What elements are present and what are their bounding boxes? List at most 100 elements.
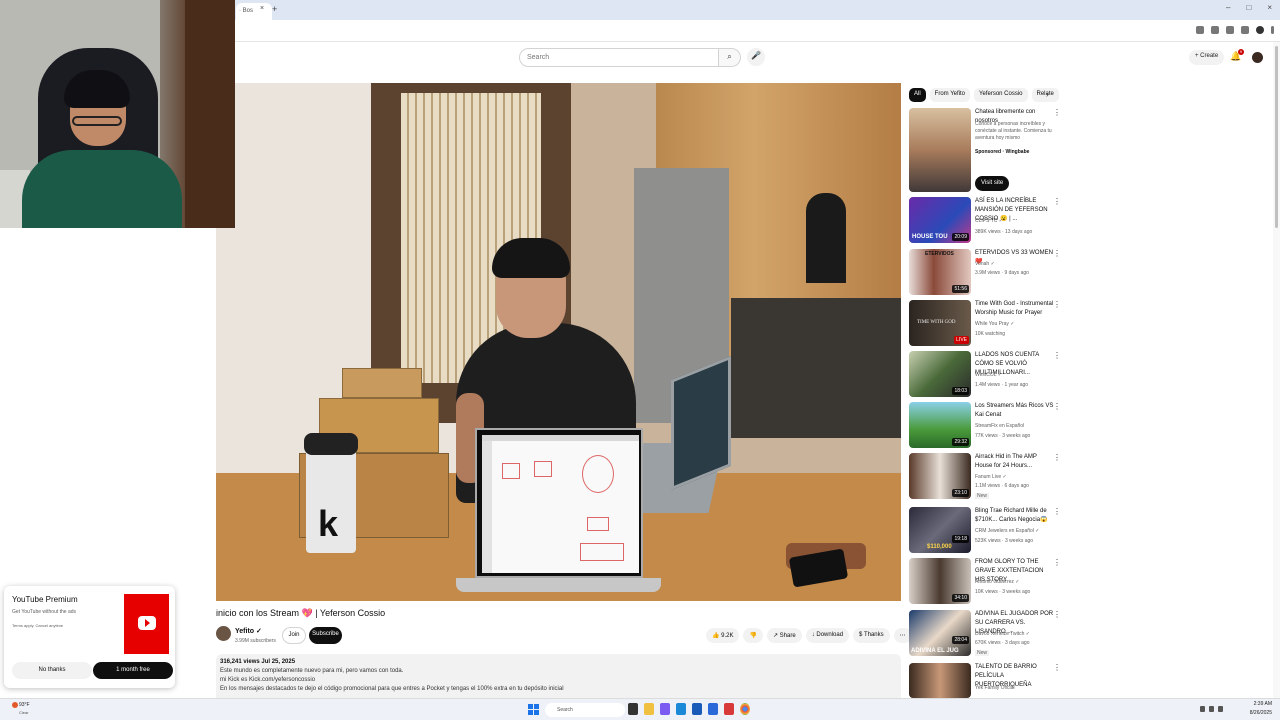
channel-name[interactable]: While You Pray ✓ (975, 321, 1015, 327)
chevron-right-icon[interactable]: › (1046, 90, 1049, 99)
recommended-video[interactable]: ETERVIDOS 51:56 ETERVIDOS VS 33 WOMEN ❤️… (909, 249, 1069, 297)
minimize-button[interactable]: – (1226, 3, 1230, 12)
thanks-button[interactable]: $ Thanks (853, 628, 890, 643)
sponsored-ad[interactable]: Chatea libremente con nosotros Conoce a … (909, 108, 1069, 194)
channel-name[interactable]: CRM Jewelers en Español ✓ (975, 528, 1040, 534)
channel-name[interactable]: Vonah ✓ (975, 261, 995, 267)
tab-title: · Bos (239, 8, 254, 14)
video-thumbnail[interactable]: 23:10 (909, 453, 971, 499)
start-button[interactable] (528, 704, 539, 715)
wifi-icon[interactable] (1209, 706, 1214, 712)
recommended-video[interactable]: TALENTO DE BARRIO PELÍCULA PUERTORRIQUEÑ… (909, 663, 1069, 698)
extensions-icon[interactable] (1241, 26, 1249, 34)
weather-icon[interactable] (12, 702, 18, 708)
more-vert-icon[interactable]: ⋮ (1053, 453, 1061, 462)
channel-name[interactable]: Antonio Gutiérrez ✓ (975, 579, 1020, 585)
create-button[interactable]: + Create (1189, 50, 1225, 65)
chip-from-yefito[interactable]: From Yefito (929, 88, 971, 102)
video-thumbnail[interactable]: ADIVINA EL JUG 28:04 (909, 610, 971, 656)
recommended-video[interactable]: TIME WITH GOD LIVE Time With God - Instr… (909, 300, 1069, 348)
video-thumbnail[interactable]: $110,000 19:18 (909, 507, 971, 553)
share-button[interactable]: ↗ Share (766, 628, 802, 643)
profile-icon[interactable] (1256, 26, 1264, 34)
video-thumbnail[interactable]: 29:32 (909, 402, 971, 448)
subscribe-button[interactable]: Subscribe (309, 627, 342, 644)
browser-menu-icon[interactable] (1271, 26, 1274, 34)
ad-thumbnail[interactable] (909, 108, 971, 192)
maximize-button[interactable]: □ (1246, 3, 1251, 12)
cast-icon[interactable] (1196, 26, 1204, 34)
dislike-button[interactable]: 👎 (743, 628, 763, 643)
file-explorer-icon[interactable] (644, 703, 654, 715)
edge-icon[interactable] (676, 703, 686, 715)
channel-avatar[interactable] (216, 626, 231, 641)
visit-site-button[interactable]: Visit site (975, 176, 1010, 191)
close-window-button[interactable]: × (1267, 3, 1272, 12)
video-thumbnail[interactable]: HOUSE TOU 20:09 (909, 197, 971, 243)
app-icon[interactable] (724, 703, 734, 715)
browser-tab[interactable]: · Bos (236, 3, 272, 20)
more-vert-icon[interactable]: ⋮ (1053, 507, 1061, 516)
recommended-video[interactable]: 34:10 FROM GLORY TO THE GRAVE XXXTENTACI… (909, 558, 1069, 606)
mail-icon[interactable] (692, 703, 702, 715)
taskbar-search[interactable]: Search (545, 703, 625, 717)
clock-time[interactable]: 2:39 AM (1228, 701, 1272, 707)
video-title[interactable]: Bling Trae Richard Mille de $710K... Car… (975, 507, 1055, 525)
video-player[interactable]: k (216, 83, 901, 601)
channel-name[interactable]: Yefito ✓ (235, 627, 262, 635)
channel-name[interactable]: WestCOL ✓ (975, 372, 1002, 378)
channel-name[interactable]: Fanum Live ✓ (975, 474, 1007, 480)
chip-all[interactable]: All (909, 88, 926, 102)
account-avatar[interactable] (1252, 52, 1263, 63)
video-thumbnail[interactable] (909, 663, 971, 698)
new-tab-button[interactable]: + (272, 4, 277, 14)
tab-close-icon[interactable]: × (260, 5, 264, 12)
download-button[interactable]: ↓ Download (805, 628, 850, 643)
like-button[interactable]: 👍 9.2K (706, 628, 740, 643)
more-vert-icon[interactable]: ⋮ (1053, 558, 1061, 567)
free-trial-button[interactable]: 1 month free (93, 662, 173, 679)
chrome-icon[interactable] (740, 703, 750, 715)
recommended-video[interactable]: 23:10 Airrack Hid in The AMP House for 2… (909, 453, 1069, 503)
search-input[interactable]: Search (519, 48, 719, 67)
video-thumbnail[interactable]: ETERVIDOS 51:56 (909, 249, 971, 295)
recommended-video[interactable]: $110,000 19:18 Bling Trae Richard Mille … (909, 507, 1069, 555)
channel-name[interactable]: StreamFix en Español (975, 423, 1024, 429)
video-title[interactable]: Los Streamers Más Ricos VS Kai Cenat (975, 402, 1055, 420)
more-vert-icon[interactable]: ⋮ (1053, 197, 1061, 206)
join-button[interactable]: Join (282, 627, 306, 644)
more-vert-icon[interactable]: ⋮ (1053, 663, 1061, 672)
outlook-icon[interactable] (708, 703, 718, 715)
search-button[interactable]: ⌕ (719, 48, 741, 67)
video-thumbnail[interactable]: 34:10 (909, 558, 971, 604)
channel-name[interactable]: Davoo Xeneize Twitch ✓ (975, 631, 1030, 637)
recommended-video[interactable]: 29:32 Los Streamers Más Ricos VS Kai Cen… (909, 402, 1069, 450)
video-thumbnail[interactable]: 18:03 (909, 351, 971, 397)
video-thumbnail[interactable]: TIME WITH GOD LIVE (909, 300, 971, 346)
weather-temp[interactable]: 93°F (19, 702, 30, 708)
video-title[interactable]: Airrack Hid in The AMP House for 24 Hour… (975, 453, 1055, 471)
chip-yeferson-cossio[interactable]: Yeferson Cossio (974, 88, 1028, 102)
more-vert-icon[interactable]: ⋮ (1053, 610, 1061, 619)
volume-icon[interactable] (1218, 706, 1223, 712)
channel-name[interactable]: Yek Family Oficial (975, 685, 1015, 691)
more-vert-icon[interactable]: ⋮ (1053, 249, 1061, 258)
translate-icon[interactable] (1211, 26, 1219, 34)
task-view-icon[interactable] (628, 703, 638, 715)
chevron-up-icon[interactable] (1200, 706, 1205, 712)
copilot-icon[interactable] (660, 703, 670, 715)
channel-name[interactable]: CLIPS TC ✓ (975, 218, 1003, 224)
more-vert-icon[interactable]: ⋮ (1053, 300, 1061, 309)
more-vert-icon[interactable]: ⋮ (1053, 351, 1061, 360)
bookmark-star-icon[interactable] (1226, 26, 1234, 34)
video-title[interactable]: Time With God - Instrumental Worship Mus… (975, 300, 1055, 318)
voice-search-button[interactable]: 🎤 (747, 48, 765, 66)
clock-date[interactable]: 8/26/2025 (1228, 710, 1272, 716)
recommended-video[interactable]: HOUSE TOU 20:09 ASÍ ES LA INCREÍBLE MANS… (909, 197, 1069, 245)
recommended-video[interactable]: 18:03 LLADOS NOS CUENTA CÓMO SE VOLVIÓ M… (909, 351, 1069, 399)
more-vert-icon[interactable]: ⋮ (1053, 402, 1061, 411)
scrollbar-thumb[interactable] (1275, 46, 1278, 228)
recommended-video[interactable]: ADIVINA EL JUG 28:04 ADIVINA EL JUGADOR … (909, 610, 1069, 660)
no-thanks-button[interactable]: No thanks (12, 662, 92, 679)
more-vert-icon[interactable]: ⋮ (1053, 108, 1061, 117)
